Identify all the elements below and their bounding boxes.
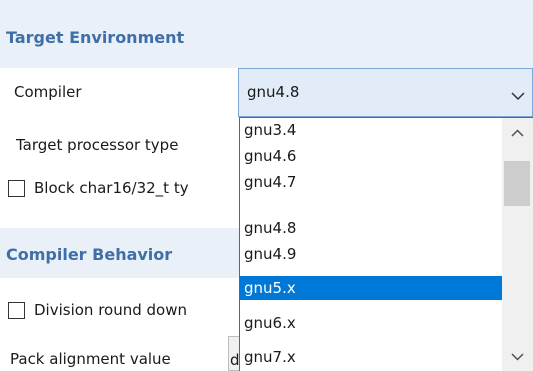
dropdown-option-gnu4-9[interactable]: gnu4.9 bbox=[240, 242, 502, 266]
target-processor-label: Target processor type bbox=[16, 136, 179, 154]
compiler-select[interactable]: gnu4.8 bbox=[238, 68, 533, 117]
dropdown-option-gnu3-4[interactable]: gnu3.4 bbox=[240, 118, 502, 142]
dropdown-option-gnu6-x[interactable]: gnu6.x bbox=[240, 311, 502, 335]
scroll-down-button[interactable] bbox=[502, 344, 533, 370]
section-title: Compiler Behavior bbox=[6, 245, 173, 264]
section-header-target-environment: Target Environment bbox=[0, 0, 533, 68]
block-char-checkbox[interactable] bbox=[8, 180, 25, 197]
block-char-label: Block char16/32_t ty bbox=[34, 179, 189, 197]
pack-alignment-label: Pack alignment value bbox=[10, 350, 171, 368]
compiler-selected-value: gnu4.8 bbox=[247, 83, 300, 101]
section-title: Target Environment bbox=[6, 28, 185, 47]
dropdown-option-gnu7-x[interactable]: gnu7.x bbox=[240, 345, 502, 369]
dropdown-scrollbar[interactable] bbox=[502, 118, 533, 371]
dropdown-option-gnu4-7[interactable]: gnu4.7 bbox=[240, 170, 502, 194]
chevron-down-icon[interactable] bbox=[510, 87, 526, 101]
compiler-label: Compiler bbox=[14, 83, 82, 101]
dropdown-option-gnu4-6[interactable]: gnu4.6 bbox=[240, 144, 502, 168]
scroll-up-button[interactable] bbox=[502, 120, 533, 146]
division-round-label: Division round down bbox=[34, 301, 187, 319]
division-round-checkbox[interactable] bbox=[8, 302, 25, 319]
dropdown-option-gnu5-x[interactable]: gnu5.x bbox=[240, 276, 502, 300]
dropdown-option-gnu4-8[interactable]: gnu4.8 bbox=[240, 216, 502, 240]
compiler-dropdown-list[interactable]: gnu3.4 gnu4.6 gnu4.7 gnu4.8 gnu4.9 gnu5.… bbox=[239, 117, 533, 371]
scroll-thumb[interactable] bbox=[504, 161, 530, 206]
